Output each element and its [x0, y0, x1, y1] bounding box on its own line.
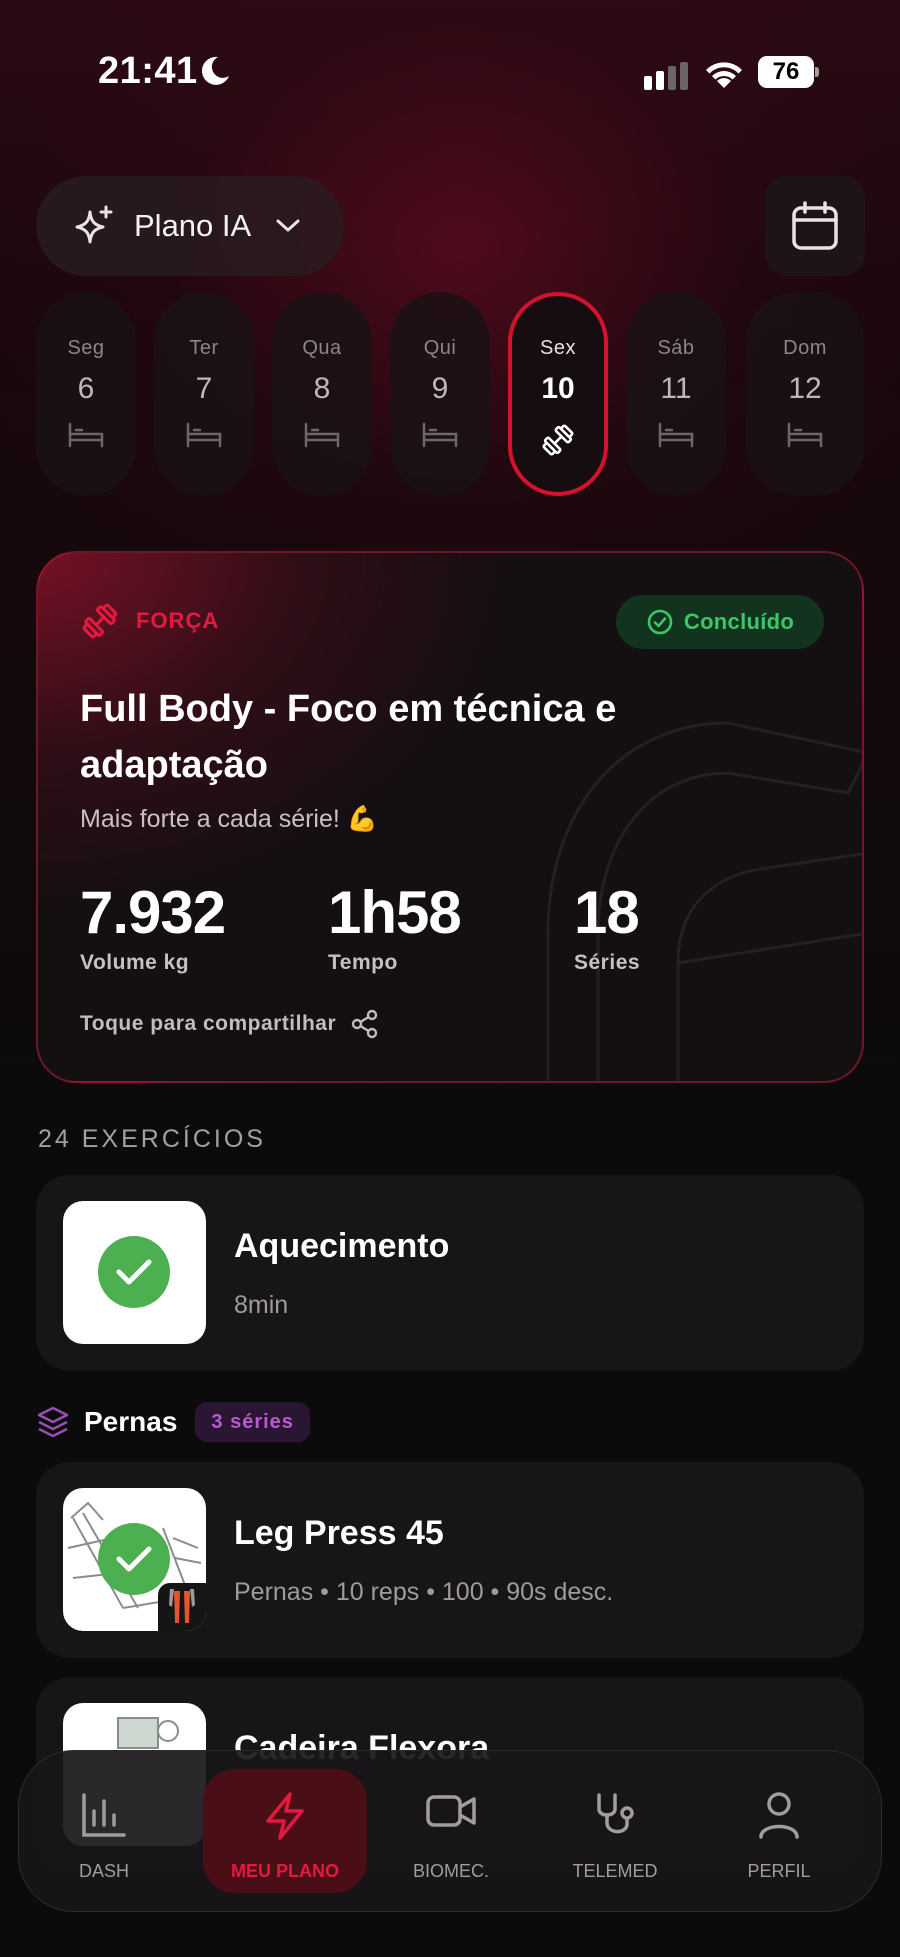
status-badge: Concluído: [616, 595, 824, 649]
battery-level: 76: [758, 56, 814, 88]
day-qua[interactable]: Qua 8: [272, 292, 372, 496]
stat-value: 18: [574, 879, 640, 946]
share-link[interactable]: Toque para compartilhar: [80, 1009, 380, 1039]
layers-icon: [37, 1406, 69, 1438]
nav-label: TELEMED: [572, 1861, 658, 1881]
day-name: Seg: [67, 337, 105, 359]
nav-label: MEU PLANO: [231, 1861, 339, 1881]
calendar-icon: [792, 201, 838, 250]
day-ter[interactable]: Ter 7: [154, 292, 254, 496]
day-number: 7: [195, 372, 213, 405]
day-number: 9: [431, 372, 449, 405]
day-number: 10: [541, 372, 575, 405]
bar-chart-icon: [82, 1793, 126, 1837]
nav-label: BIOMEC.: [412, 1861, 489, 1881]
category-label: FORÇA: [136, 608, 220, 633]
day-dom[interactable]: Dom 12: [746, 292, 864, 496]
exercise-subtitle: 8min: [234, 1291, 289, 1319]
nav-dash[interactable]: DASH: [39, 1751, 169, 1913]
bed-icon: [304, 422, 340, 448]
group-name: Pernas: [84, 1406, 178, 1437]
sparkles-icon: [75, 205, 113, 244]
stat-value: 1h58: [328, 879, 462, 946]
day-name: Ter: [189, 337, 219, 359]
dumbbell-icon: [542, 424, 574, 456]
bottom-navigation: DASH MEU PLANO BIOMEC. TELEMED PERFIL: [18, 1750, 882, 1912]
day-number: 8: [313, 372, 331, 405]
share-icon: [351, 1009, 378, 1039]
wifi-icon: [706, 62, 742, 88]
status-bar: 21:41 76: [0, 50, 900, 100]
day-name: Qua: [302, 337, 342, 359]
stat-volume: 7.932 Volume kg: [80, 878, 226, 975]
bed-icon: [658, 422, 694, 448]
day-sex-selected[interactable]: Sex 10: [508, 292, 608, 496]
check-icon: [116, 1546, 152, 1572]
status-badge-label: Concluído: [683, 609, 795, 634]
day-number: 12: [788, 372, 822, 405]
stethoscope-icon: [597, 1793, 634, 1834]
bed-icon: [787, 422, 823, 448]
nav-label: PERFIL: [747, 1861, 811, 1881]
completed-check: [98, 1236, 170, 1308]
nav-biomec[interactable]: BIOMEC.: [386, 1751, 516, 1913]
day-sab[interactable]: Sáb 11: [626, 292, 726, 496]
exercise-title: Aquecimento: [234, 1227, 450, 1265]
status-time: 21:41: [98, 50, 198, 92]
week-selector: Seg 6 Ter 7 Qua 8 Qui 9 Sex 10 Sáb 11 Do…: [0, 292, 900, 498]
day-number: 6: [77, 372, 95, 405]
user-icon: [759, 1792, 799, 1839]
workout-subtitle: Mais forte a cada série! 💪: [80, 805, 378, 833]
stat-label: Volume kg: [80, 951, 190, 974]
battery-indicator: 76: [758, 56, 820, 88]
nav-perfil[interactable]: PERFIL: [714, 1751, 844, 1913]
nav-meu-plano[interactable]: MEU PLANO: [203, 1769, 367, 1893]
stat-label: Séries: [574, 951, 641, 974]
muscle-map-badge: [158, 1583, 206, 1631]
stat-value: 7.932: [80, 879, 226, 946]
stat-time: 1h58 Tempo: [328, 878, 462, 975]
stat-label: Tempo: [328, 951, 398, 974]
exercise-title: Leg Press 45: [234, 1514, 444, 1552]
day-name: Dom: [783, 337, 827, 359]
check-icon: [116, 1259, 152, 1285]
day-seg[interactable]: Seg 6: [36, 292, 136, 496]
day-name: Sex: [540, 337, 576, 359]
exercise-thumbnail: [63, 1488, 206, 1631]
stat-series: 18 Séries: [574, 878, 640, 975]
day-number: 11: [660, 372, 692, 405]
chevron-down-icon: [276, 219, 300, 232]
bed-icon: [68, 422, 104, 448]
video-camera-icon: [426, 1795, 476, 1827]
muscle-group-header: Pernas 3 séries: [36, 1402, 310, 1442]
bed-icon: [422, 422, 458, 448]
lightning-icon: [266, 1792, 304, 1840]
bed-icon: [186, 422, 222, 448]
nav-telemed[interactable]: TELEMED: [550, 1751, 680, 1913]
exercise-card[interactable]: Leg Press 45 Pernas • 10 reps • 100 • 90…: [36, 1462, 864, 1658]
exercise-subtitle: Pernas • 10 reps • 100 • 90s desc.: [234, 1578, 614, 1606]
check-circle-icon: [647, 609, 673, 635]
moon-icon: [201, 56, 229, 85]
workout-category: FORÇA: [80, 601, 219, 641]
leg-muscles-icon: [169, 1589, 195, 1623]
calendar-button[interactable]: [765, 176, 865, 276]
plan-selector-label: Plano IA: [134, 208, 252, 243]
dumbbell-icon: [82, 603, 118, 639]
day-name: Qui: [423, 337, 457, 359]
cellular-signal-icon: [644, 62, 688, 90]
workout-summary-card[interactable]: FORÇA Concluído Full Body - Foco em técn…: [36, 551, 864, 1083]
day-name: Sáb: [657, 337, 695, 359]
plan-selector[interactable]: Plano IA: [36, 176, 344, 276]
battery-nub: [815, 67, 819, 77]
exercise-count: 24 EXERCÍCIOS: [38, 1125, 266, 1153]
workout-title: Full Body - Foco em técnica e adaptação: [80, 688, 617, 786]
warmup-thumbnail: [63, 1201, 206, 1344]
day-qui[interactable]: Qui 9: [390, 292, 490, 496]
series-badge: 3 séries: [195, 1402, 310, 1442]
warmup-card[interactable]: Aquecimento 8min: [36, 1175, 864, 1371]
share-label: Toque para compartilhar: [80, 1012, 337, 1035]
nav-label: DASH: [78, 1861, 129, 1881]
